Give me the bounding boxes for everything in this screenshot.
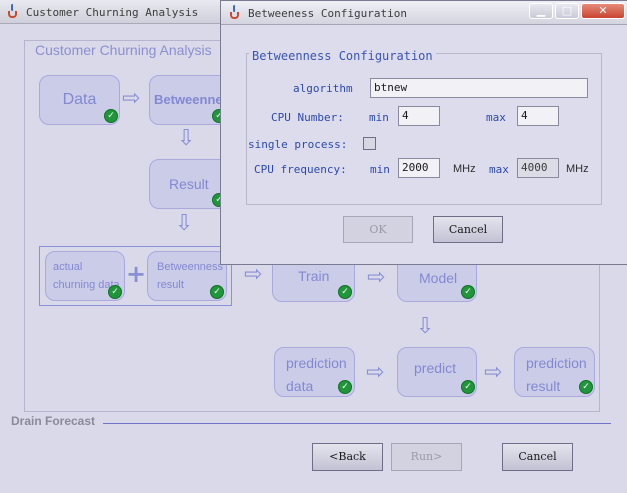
algorithm-field[interactable]: btnew bbox=[370, 78, 588, 98]
freq-max-unit: MHz bbox=[566, 163, 589, 175]
config-panel-title: Betweenness Configuration bbox=[249, 49, 436, 63]
java-icon bbox=[228, 5, 242, 21]
freq-max-label: max bbox=[489, 163, 509, 176]
dialog-titlebar[interactable]: Betweeness Configuration ▁ □ ✕ bbox=[221, 1, 627, 25]
predict-node[interactable]: predict ✓ bbox=[397, 347, 477, 397]
drain-forecast-label: Drain Forecast bbox=[11, 414, 96, 428]
close-icon[interactable]: ✕ bbox=[581, 3, 625, 19]
check-icon: ✓ bbox=[461, 380, 475, 394]
arrow-right-icon: ⇨ bbox=[122, 86, 141, 111]
predict-node-label: predict bbox=[414, 360, 457, 376]
check-icon: ✓ bbox=[210, 285, 224, 299]
freq-max-field[interactable]: 4000 bbox=[517, 158, 559, 178]
model-node-label: Model bbox=[419, 270, 458, 286]
train-node-label: Train bbox=[298, 268, 330, 284]
cpu-max-label: max bbox=[486, 111, 506, 124]
freq-min-label: min bbox=[370, 163, 390, 176]
data-node[interactable]: Data ✓ bbox=[39, 75, 120, 125]
back-button[interactable]: <Back bbox=[312, 443, 383, 471]
arrow-right-icon: ⇨ bbox=[484, 360, 503, 385]
minimize-icon[interactable]: ▁ bbox=[529, 3, 553, 19]
check-icon: ✓ bbox=[104, 109, 118, 123]
single-process-label: single process: bbox=[248, 138, 348, 151]
arrow-down-icon: ⇩ bbox=[177, 126, 196, 151]
ok-button[interactable]: OK bbox=[343, 216, 413, 243]
main-window-title: Customer Churning Analysis bbox=[26, 6, 199, 19]
main-cancel-button[interactable]: Cancel bbox=[502, 443, 573, 471]
cpu-number-label: CPU Number: bbox=[271, 111, 344, 124]
check-icon: ✓ bbox=[108, 285, 122, 299]
workflow-panel-title: Customer Churning Analysis bbox=[32, 42, 215, 58]
drain-forecast-separator bbox=[103, 423, 611, 424]
cpu-frequency-label: CPU frequency: bbox=[254, 163, 347, 176]
algorithm-label: algorithm bbox=[293, 82, 353, 95]
java-icon bbox=[6, 4, 20, 20]
single-process-checkbox[interactable] bbox=[363, 137, 376, 150]
arrow-right-icon: ⇨ bbox=[366, 360, 385, 385]
betweenness-config-dialog: Betweeness Configuration ▁ □ ✕ Betweenne… bbox=[220, 0, 627, 265]
check-icon: ✓ bbox=[579, 380, 593, 394]
freq-min-unit: MHz bbox=[453, 163, 476, 175]
actual-churning-data-node[interactable]: actual churning data ✓ bbox=[45, 251, 125, 301]
dialog-title: Betweeness Configuration bbox=[248, 7, 407, 20]
check-icon: ✓ bbox=[461, 285, 475, 299]
freq-min-field[interactable]: 2000 bbox=[398, 158, 440, 178]
arrow-down-icon: ⇩ bbox=[416, 314, 435, 339]
config-panel bbox=[246, 53, 602, 205]
check-icon: ✓ bbox=[338, 285, 352, 299]
cpu-min-label: min bbox=[369, 111, 389, 124]
prediction-result-node[interactable]: prediction result ✓ bbox=[514, 347, 595, 397]
run-button[interactable]: Run> bbox=[391, 443, 462, 471]
check-icon: ✓ bbox=[338, 380, 352, 394]
cpu-max-field[interactable]: 4 bbox=[517, 106, 559, 126]
dialog-cancel-button[interactable]: Cancel bbox=[433, 216, 503, 243]
arrow-right-icon: ⇨ bbox=[244, 262, 263, 287]
maximize-icon[interactable]: □ bbox=[555, 3, 579, 19]
plus-icon: + bbox=[126, 260, 147, 288]
arrow-down-icon: ⇩ bbox=[175, 211, 194, 236]
betweenness-result-node[interactable]: Betweenness result ✓ bbox=[147, 251, 227, 301]
prediction-data-node[interactable]: prediction data ✓ bbox=[274, 347, 355, 397]
cpu-min-field[interactable]: 4 bbox=[398, 106, 440, 126]
arrow-right-icon: ⇨ bbox=[367, 265, 386, 290]
